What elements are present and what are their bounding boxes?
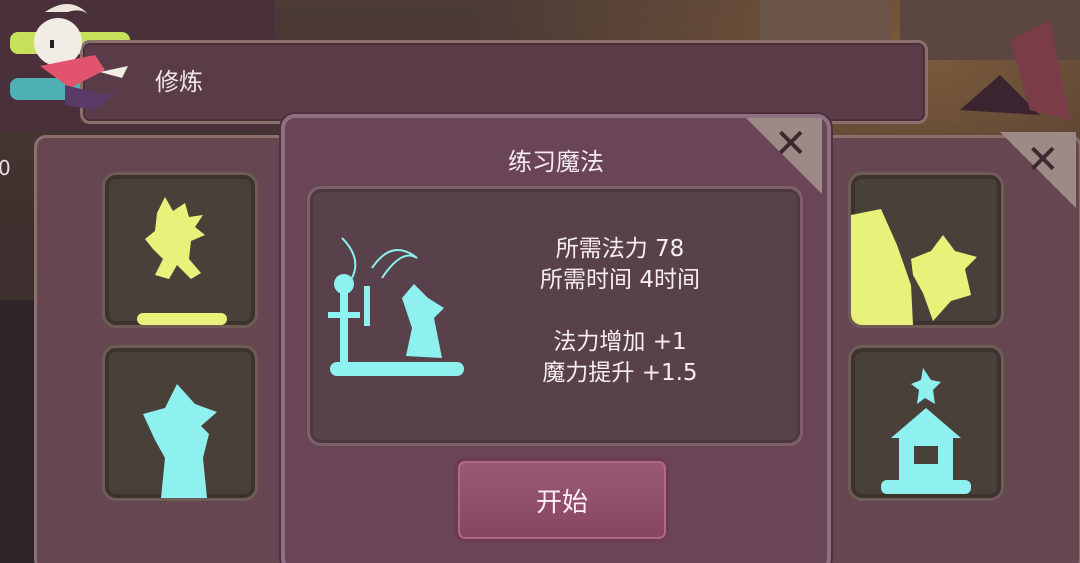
left-hud-value: 0 (0, 156, 11, 180)
info-lines: 所需法力 78 所需时间 4时间 法力增加 +1 魔力提升 +1.5 (520, 234, 720, 389)
start-button[interactable]: 开始 (455, 458, 669, 542)
slot-tree-witch[interactable] (848, 172, 1004, 328)
running-character-icon (137, 197, 227, 325)
magic-practice-icon (328, 237, 464, 376)
slot-witch[interactable] (102, 345, 258, 501)
slot-running[interactable] (102, 172, 258, 328)
tree-witch-icon (851, 209, 977, 325)
avatar[interactable] (10, 0, 135, 140)
close-icon[interactable]: ✕ (1026, 140, 1060, 180)
magic-boost-text: 魔力提升 +1.5 (542, 360, 698, 386)
time-cost-text: 所需时间 4时间 (540, 267, 700, 293)
house-icon (881, 368, 971, 494)
slot-house[interactable] (848, 345, 1004, 501)
mana-cost-text: 所需法力 78 (555, 236, 685, 262)
header-bar (80, 40, 928, 124)
page-title: 修炼 (155, 68, 203, 96)
mana-increase-text: 法力增加 +1 (553, 329, 687, 355)
game-background: 0 修炼 ✕ ✕ 练习魔法 所需法力 78 所需时间 4时间 法力增加 +1 魔… (0, 0, 1080, 563)
witch-silhouette-icon (143, 384, 217, 498)
dialog-title: 练习魔法 (508, 148, 604, 176)
